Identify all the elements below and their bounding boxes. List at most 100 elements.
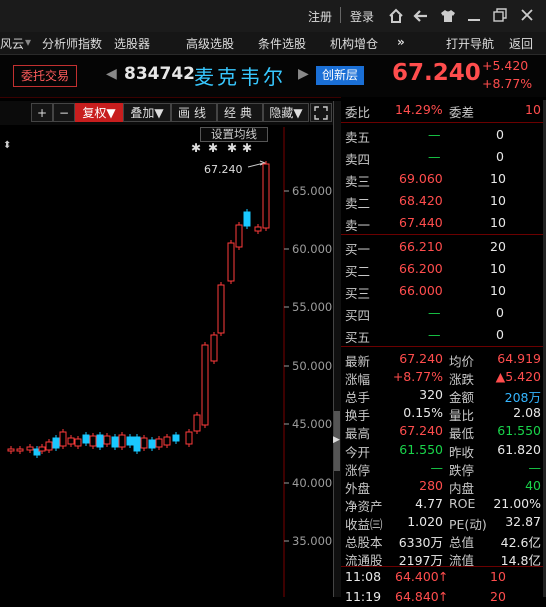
- next-stock-icon[interactable]: ▶: [298, 66, 309, 82]
- candle: [38, 446, 46, 452]
- ask-level-label: 卖二: [345, 196, 371, 211]
- menu-fengyun[interactable]: 风云: [0, 35, 24, 52]
- hide-dropdown[interactable]: 隐藏▼: [263, 103, 309, 122]
- menu-advanced-picker[interactable]: 高级选股: [186, 35, 234, 52]
- candle: [227, 242, 235, 282]
- candle: [82, 434, 90, 444]
- fuquan-dropdown[interactable]: 复权▼: [75, 103, 123, 122]
- tick-arrow-icon: ↑: [438, 569, 449, 584]
- candle: [148, 439, 156, 449]
- ask-level-label: 卖一: [345, 218, 371, 233]
- candle: [155, 438, 163, 448]
- candle: [163, 436, 171, 446]
- ask-price: —: [428, 149, 441, 164]
- menu-more-chevron[interactable]: »: [397, 35, 405, 49]
- ask-row[interactable]: 卖二 68.420 10: [345, 191, 543, 211]
- candle: [16, 448, 24, 452]
- ask-row[interactable]: 卖四 — 0: [345, 147, 543, 167]
- last-price-label: 67.240: [204, 163, 243, 176]
- menu-analyst-index[interactable]: 分析师指数: [42, 35, 102, 52]
- candle: [262, 163, 270, 229]
- candle: [67, 437, 75, 445]
- y-tick: 55.000: [292, 300, 333, 314]
- stat-row: 净资产 4.77 ROE 21.00%: [345, 494, 543, 514]
- commission-ratio-row: 委比 14.29% 委差 10: [345, 100, 543, 120]
- bid-volume: 10: [490, 261, 506, 276]
- panel-splitter[interactable]: ▶: [333, 101, 341, 597]
- ask-price: 69.060: [399, 171, 443, 186]
- minimize-icon[interactable]: [467, 9, 481, 23]
- menu-condition-picker[interactable]: 条件选股: [258, 35, 306, 52]
- tick-time: 11:08: [345, 569, 382, 584]
- bid-volume: 0: [496, 327, 504, 342]
- commission-diff-label: 委差: [449, 105, 475, 120]
- bid-volume: 20: [490, 239, 506, 254]
- skin-shirt-icon[interactable]: [440, 8, 456, 24]
- stat-value: —: [430, 459, 444, 475]
- tick-price: 64.400: [395, 569, 439, 584]
- stat-value: ▲5.420: [495, 369, 541, 385]
- restore-icon[interactable]: [493, 8, 507, 22]
- bid-row[interactable]: 买一 66.210 20: [345, 237, 543, 257]
- zoom-out-button[interactable]: −: [53, 103, 75, 122]
- fullscreen-icon[interactable]: [310, 103, 332, 122]
- close-icon[interactable]: [520, 8, 534, 22]
- stat-row: 最高 67.240 最低 61.550: [345, 421, 543, 441]
- chart-toolbar: + − 复权▼ 叠加▼ 画线 经典 隐藏▼: [0, 101, 338, 125]
- y-tick: 60.000: [292, 242, 333, 256]
- candle: [243, 211, 251, 227]
- stat-value: 1.020: [407, 513, 443, 529]
- bid-row[interactable]: 买五 — 0: [345, 325, 543, 345]
- classic-button[interactable]: 经典: [217, 103, 263, 122]
- stock-code: 834742: [124, 64, 195, 84]
- collapse-arrow-icon[interactable]: ▶: [333, 435, 340, 445]
- stat-value: 280: [419, 477, 443, 493]
- candle: [89, 435, 97, 447]
- stat-value: 61.820: [497, 441, 541, 457]
- stock-name: 麦克韦尔: [194, 65, 286, 89]
- bid-row[interactable]: 买四 — 0: [345, 303, 543, 323]
- bid-price: —: [428, 327, 441, 342]
- tick-row: 11:08 64.400 ↑ 10: [345, 567, 543, 587]
- ask-row[interactable]: 卖一 67.440 10: [345, 213, 543, 233]
- price-change-pct: +8.77%: [482, 76, 533, 91]
- home-icon[interactable]: [388, 8, 404, 24]
- zoom-in-button[interactable]: +: [31, 103, 53, 122]
- prev-stock-icon[interactable]: ◀: [106, 66, 117, 82]
- candle: [140, 437, 148, 449]
- stat-value: 21.00%: [493, 495, 541, 511]
- login-link[interactable]: 登录: [350, 8, 374, 25]
- menu-stock-picker[interactable]: 选股器: [114, 35, 150, 52]
- ask-row[interactable]: 卖五 — 0: [345, 125, 543, 145]
- ask-volume: 0: [496, 149, 504, 164]
- candle: [96, 434, 104, 448]
- menu-return[interactable]: 返回: [509, 35, 533, 52]
- candle: [74, 438, 82, 447]
- bid-price: 66.000: [399, 283, 443, 298]
- bid-level-label: 买五: [345, 330, 371, 345]
- stat-value: 32.87: [505, 513, 541, 529]
- register-link[interactable]: 注册: [308, 8, 332, 25]
- chart-area[interactable]: 设置均线 ⬍ ✱ ✱ ✱ ✱ 67.240 65.000 60.000 55.0…: [0, 127, 338, 597]
- menu-institution-increase[interactable]: 机构增仓: [330, 35, 378, 52]
- stat-value: 67.240: [399, 423, 443, 439]
- draw-line-button[interactable]: 画线: [171, 103, 217, 122]
- kline-chart: [7, 127, 289, 597]
- y-tick: 50.000: [292, 359, 333, 373]
- ask-volume: 10: [490, 193, 506, 208]
- bid-level-label: 买四: [345, 308, 371, 323]
- overlay-dropdown[interactable]: 叠加▼: [123, 103, 171, 122]
- bid-price: 66.210: [399, 239, 443, 254]
- title-divider: [340, 7, 341, 23]
- stat-value: —: [528, 459, 542, 475]
- menu-open-nav[interactable]: 打开导航: [446, 35, 494, 52]
- ask-row[interactable]: 卖三 69.060 10: [345, 169, 543, 189]
- y-tick: 45.000: [292, 417, 333, 431]
- back-arrow-icon[interactable]: [413, 8, 429, 24]
- order-button[interactable]: 委托交易: [13, 65, 77, 87]
- bid-price: —: [428, 305, 441, 320]
- candle: [172, 434, 180, 442]
- bid-row[interactable]: 买二 66.200 10: [345, 259, 543, 279]
- bid-row[interactable]: 买三 66.000 10: [345, 281, 543, 301]
- bid-level-label: 买三: [345, 286, 371, 301]
